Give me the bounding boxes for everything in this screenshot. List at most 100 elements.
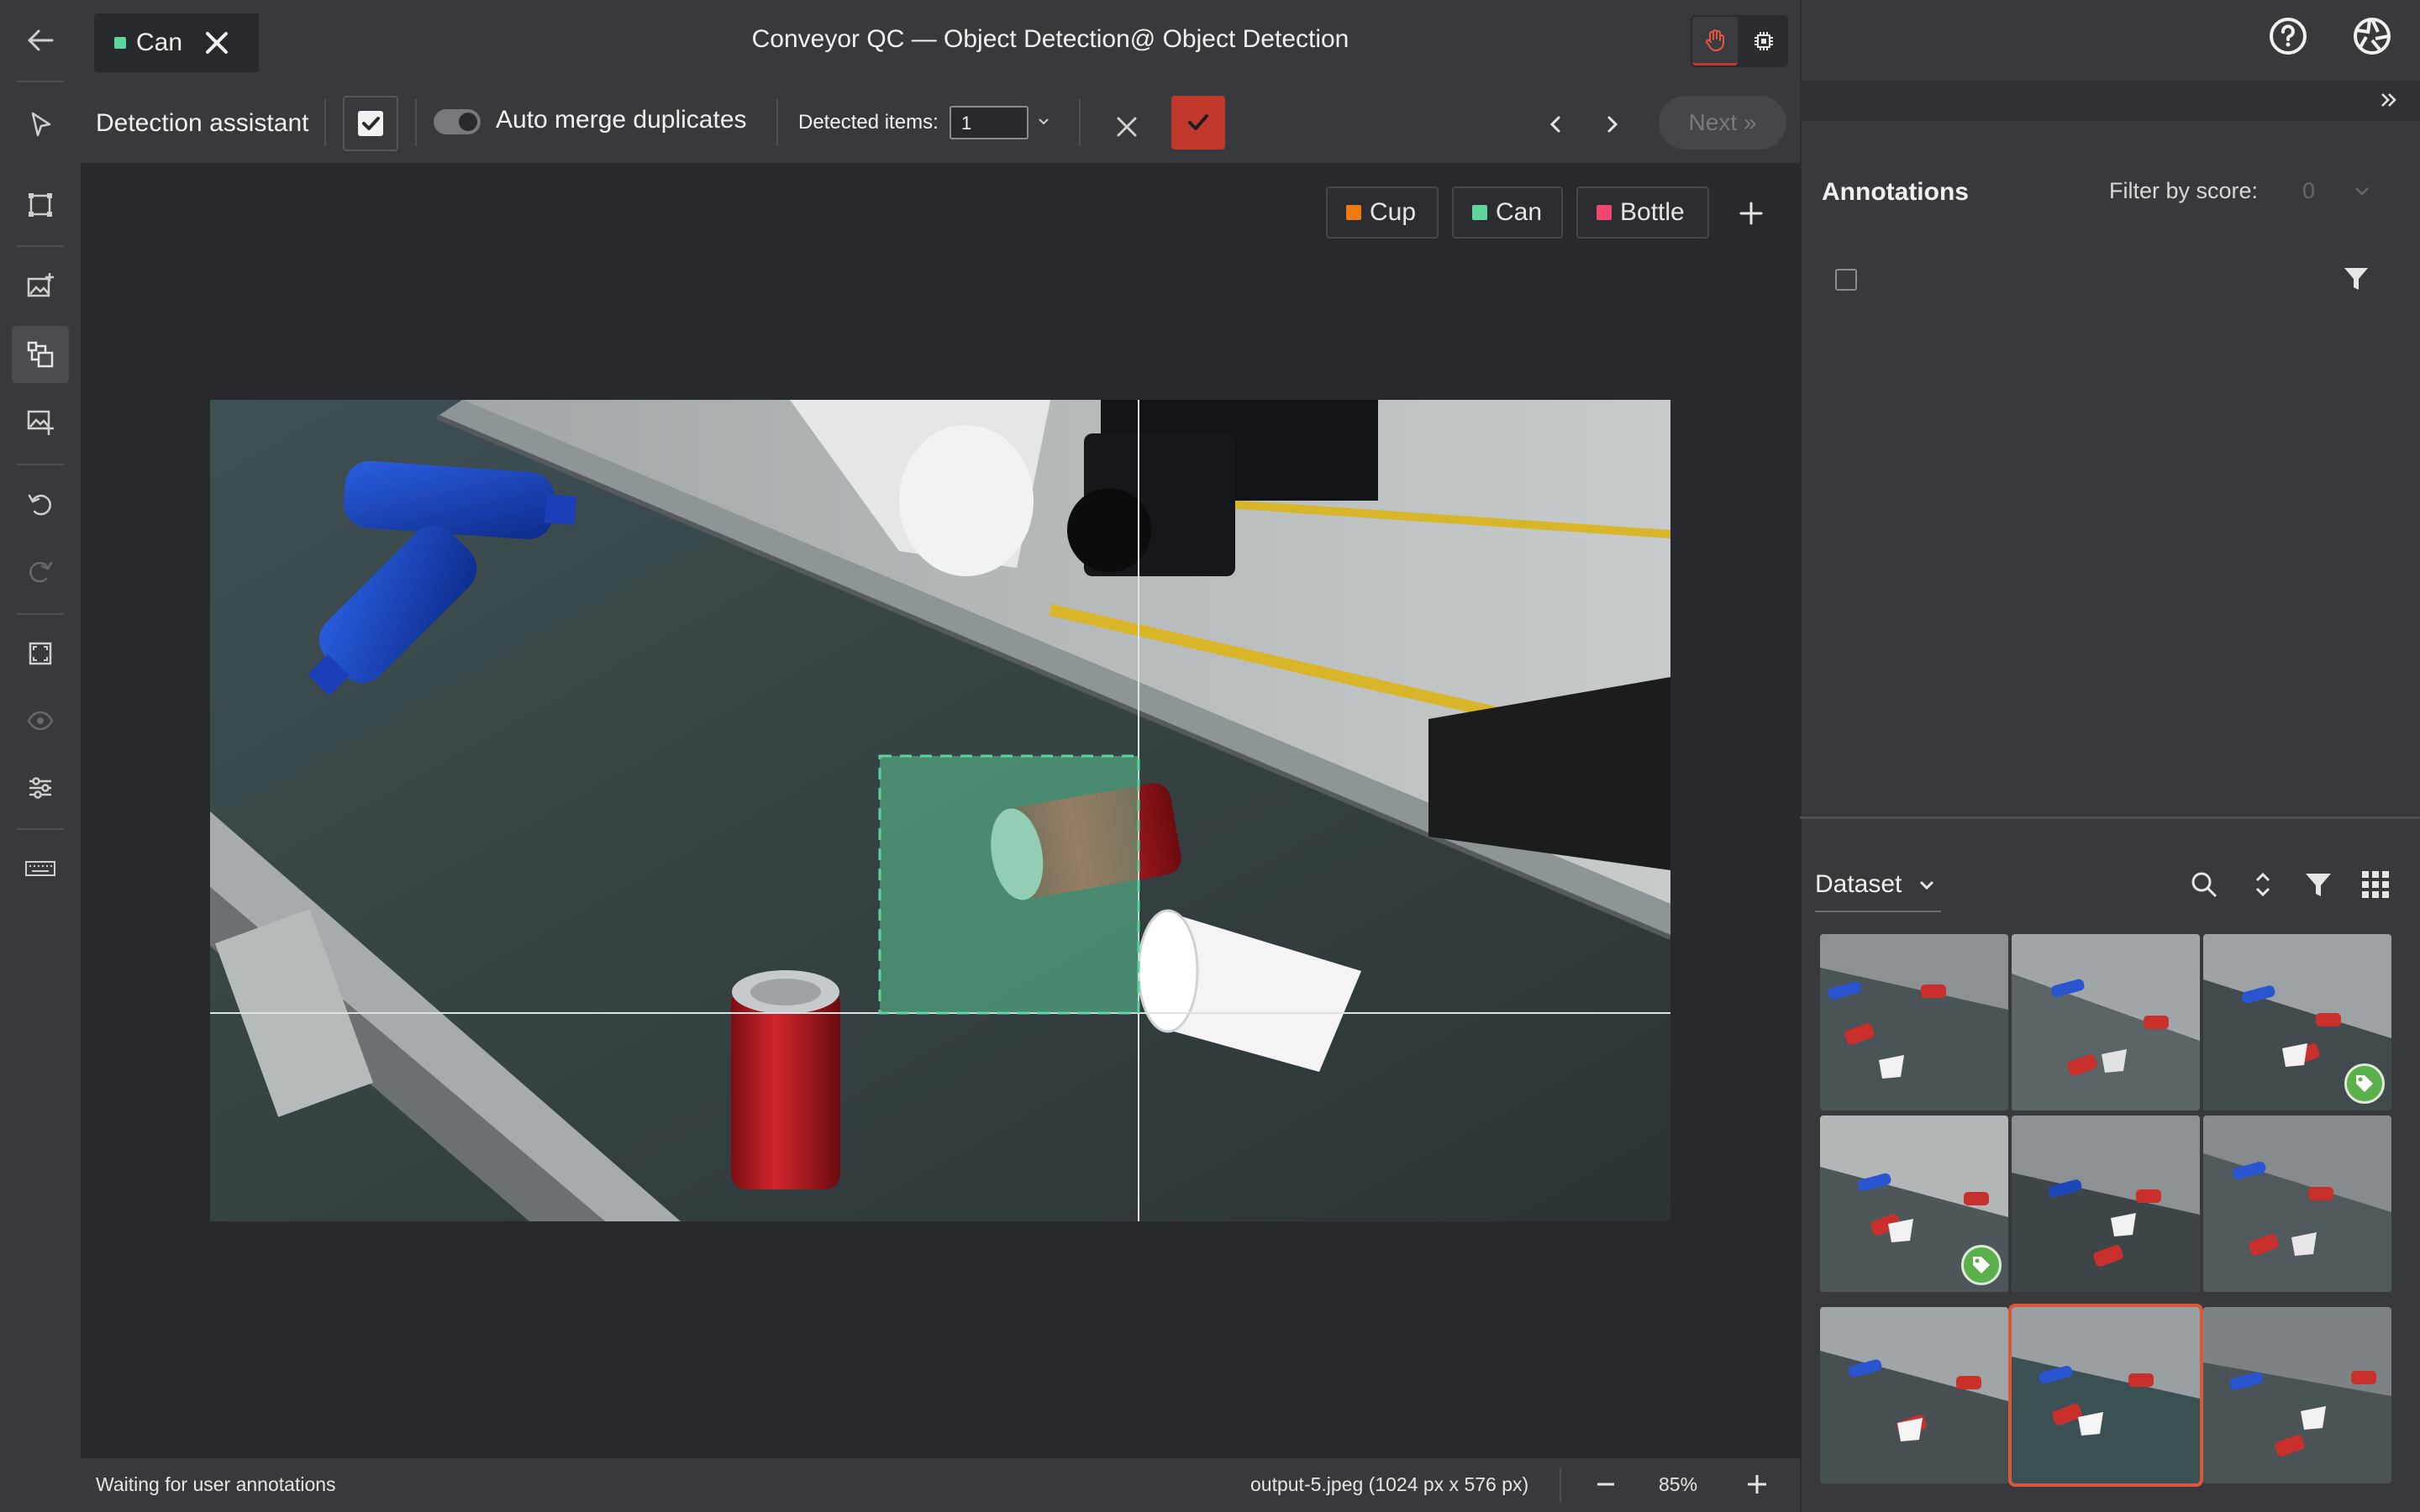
detected-items-label: Detected items: <box>798 111 939 134</box>
selector-tool[interactable] <box>12 96 69 153</box>
previous-button[interactable] <box>1538 106 1575 143</box>
auto-merge-label: Auto merge duplicates <box>496 106 747 134</box>
redo-button[interactable] <box>12 543 69 600</box>
annotations-title: Annotations <box>1822 178 1969 206</box>
back-button[interactable] <box>12 12 69 69</box>
plus-icon <box>1739 202 1763 225</box>
thumbnail-image <box>2203 1116 2391 1292</box>
hand-icon <box>1706 29 1724 51</box>
dataset-thumbnail[interactable] <box>2008 1304 2203 1487</box>
adjustments-icon <box>29 777 51 799</box>
score-filter-dropdown[interactable] <box>2349 178 2375 203</box>
visibility-icon <box>27 711 54 731</box>
dataset-thumbnail[interactable] <box>2203 934 2391 1110</box>
detection-bbox[interactable] <box>878 754 1140 1015</box>
label-name: Can <box>1496 198 1543 226</box>
thumbnail-image <box>2012 934 2200 1110</box>
thumbnail-image <box>1820 934 2008 1110</box>
filter-icon <box>2344 268 2368 290</box>
label-color-swatch <box>114 37 126 49</box>
reject-button[interactable] <box>1106 106 1148 148</box>
accept-button[interactable] <box>1171 96 1225 150</box>
detected-items-dropdown[interactable] <box>1035 113 1052 129</box>
plus-icon <box>1748 1475 1766 1494</box>
dataset-selector[interactable]: Dataset <box>1815 870 1902 899</box>
label-button-can[interactable]: Can <box>1452 186 1563 239</box>
undo-button[interactable] <box>12 475 69 533</box>
keyboard-shortcuts-button[interactable] <box>12 840 69 897</box>
zoom-level: 85% <box>1659 1473 1698 1495</box>
checkbox-checked-icon <box>358 111 383 136</box>
visibility-toggle[interactable] <box>12 692 69 749</box>
chevron-right-icon <box>1607 116 1618 133</box>
dataset-thumbnail[interactable] <box>2012 934 2200 1110</box>
dataset-thumbnail[interactable] <box>2203 1307 2391 1483</box>
image-add-icon <box>27 273 54 297</box>
back-arrow-icon <box>28 29 54 51</box>
chevron-left-icon <box>1549 116 1560 133</box>
close-icon <box>1117 117 1137 137</box>
score-filter-value[interactable]: 0 <box>2302 178 2315 204</box>
dataset-thumbnail[interactable] <box>2012 1116 2200 1292</box>
status-bar <box>81 1458 1800 1512</box>
dataset-thumbnail[interactable] <box>1820 1116 2008 1292</box>
active-label-name: Can <box>136 29 183 56</box>
close-icon <box>206 32 229 54</box>
zoom-in-button[interactable] <box>1744 1472 1770 1497</box>
mode-toggle-group <box>1691 15 1788 67</box>
cpu-chip-icon <box>1754 32 1773 50</box>
thumbnail-image <box>2012 1116 2200 1292</box>
tool-rail <box>0 0 82 1512</box>
undo-icon <box>28 494 51 516</box>
collapse-panel-button[interactable] <box>2376 87 2402 113</box>
bounding-box-tool[interactable] <box>12 176 69 234</box>
dataset-dropdown[interactable] <box>1914 872 1939 897</box>
app-logo-button[interactable] <box>2351 15 2393 57</box>
label-swatch <box>1346 205 1361 220</box>
bounding-box-icon <box>29 193 52 217</box>
chevron-down-icon <box>1919 880 1934 890</box>
detected-items-input[interactable]: 1 <box>950 106 1028 139</box>
label-button-bottle[interactable]: Bottle <box>1576 186 1709 239</box>
ai-mode-button[interactable] <box>1741 17 1786 66</box>
remove-label-button[interactable] <box>203 29 231 57</box>
dataset-thumbnail[interactable] <box>1820 1307 2008 1483</box>
dataset-search-button[interactable] <box>2188 869 2220 900</box>
keyboard-icon <box>25 861 55 876</box>
chevron-down-icon <box>2355 187 2369 196</box>
assistant-enabled-checkbox[interactable] <box>343 96 398 151</box>
dataset-thumbnail[interactable] <box>1820 934 2008 1110</box>
status-message: Waiting for user annotations <box>96 1473 336 1495</box>
selector-icon <box>31 112 51 137</box>
thumbnail-image <box>1820 1307 2008 1483</box>
chevron-down-icon <box>1039 118 1049 125</box>
label-button-cup[interactable]: Cup <box>1326 186 1439 239</box>
zoom-out-button[interactable] <box>1593 1472 1618 1497</box>
add-label-button[interactable] <box>1734 197 1768 230</box>
conveyor-scene-image <box>210 400 1670 1221</box>
checkmark-icon <box>1188 114 1208 130</box>
dataset-grid-view-button[interactable] <box>2360 869 2391 900</box>
image-text-tool[interactable] <box>12 393 69 450</box>
file-info: output-5.jpeg (1024 px x 576 px) <box>1250 1473 1529 1495</box>
thumbnail-image <box>2203 1307 2391 1483</box>
label-name: Cup <box>1370 198 1417 226</box>
manual-mode-button[interactable] <box>1692 17 1738 66</box>
fit-screen-button[interactable] <box>12 625 69 682</box>
select-all-annotations-checkbox[interactable] <box>1835 269 1857 291</box>
next-arrow-button[interactable] <box>1593 106 1630 143</box>
tag-icon <box>1973 1257 1990 1273</box>
active-label-chip[interactable]: Can <box>94 13 259 72</box>
help-button[interactable] <box>2267 15 2309 57</box>
dataset-sort-button[interactable] <box>2247 869 2279 900</box>
image-add-tool[interactable] <box>12 257 69 314</box>
dataset-filter-button[interactable] <box>2302 869 2334 900</box>
auto-merge-toggle[interactable] <box>434 109 481 134</box>
next-button[interactable]: Next » <box>1659 96 1786 150</box>
main-image[interactable] <box>210 400 1670 1221</box>
adjustments-button[interactable] <box>12 759 69 816</box>
aperture-icon <box>2354 18 2391 55</box>
dataset-thumbnail[interactable] <box>2203 1116 2391 1292</box>
annotation-filter-button[interactable] <box>2341 264 2371 294</box>
detection-assistant-tool[interactable] <box>12 326 69 383</box>
